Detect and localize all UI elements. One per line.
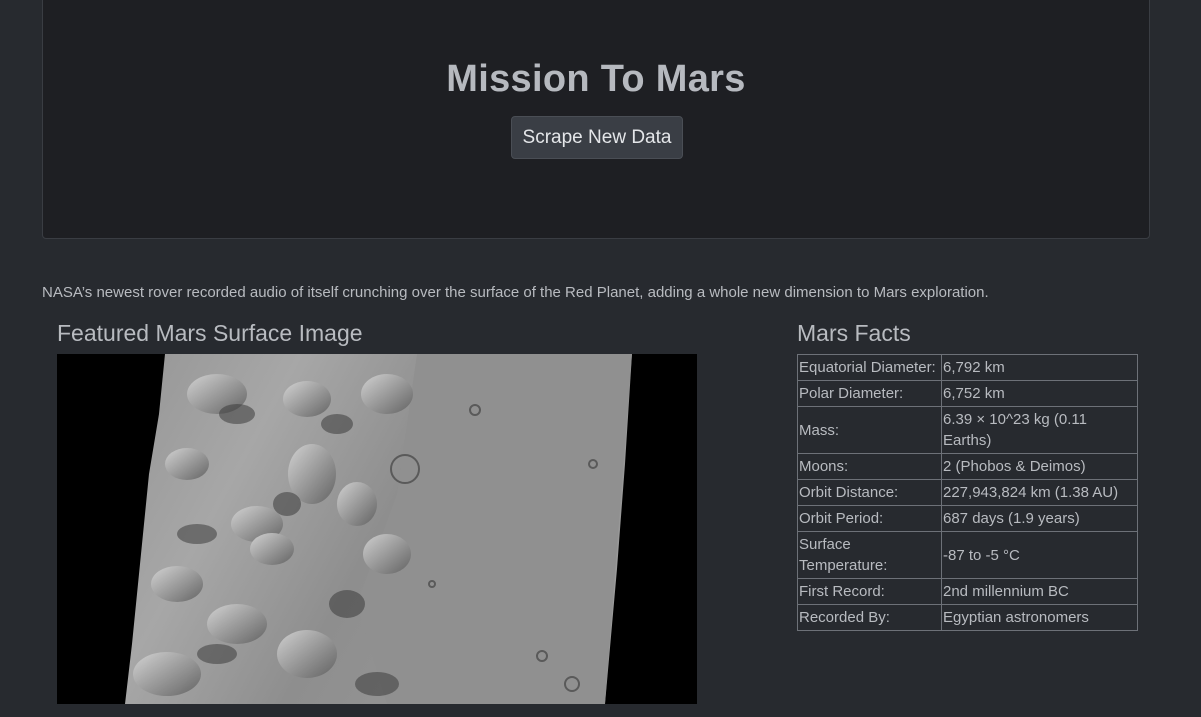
fact-label: Polar Diameter:	[797, 380, 942, 407]
table-row: Polar Diameter: 6,752 km	[797, 380, 1138, 407]
fact-value: 6,792 km	[941, 354, 1138, 381]
table-row: Surface Temperature: -87 to -5 °C	[797, 531, 1138, 579]
fact-value: 2nd millennium BC	[941, 578, 1138, 605]
fact-value: 6.39 × 10^23 kg (0.11 Earths)	[941, 406, 1138, 454]
page-title: Mission To Mars	[446, 58, 746, 100]
featured-image-heading: Featured Mars Surface Image	[57, 320, 363, 346]
fact-value: 227,943,824 km (1.38 AU)	[941, 479, 1138, 506]
table-row: Equatorial Diameter: 6,792 km	[797, 354, 1138, 381]
news-paragraph: NASA’s newest rover recorded audio of it…	[42, 284, 989, 301]
mars-facts-table: Equatorial Diameter: 6,792 km Polar Diam…	[797, 354, 1138, 631]
table-row: Orbit Distance: 227,943,824 km (1.38 AU)	[797, 479, 1138, 506]
fact-label: Mass:	[797, 406, 942, 454]
fact-label: Moons:	[797, 453, 942, 480]
table-row: First Record: 2nd millennium BC	[797, 578, 1138, 605]
fact-label: Orbit Distance:	[797, 479, 942, 506]
jumbotron-header: Mission To Mars Scrape New Data	[42, 0, 1150, 239]
table-row: Mass: 6.39 × 10^23 kg (0.11 Earths)	[797, 406, 1138, 454]
table-row: Orbit Period: 687 days (1.9 years)	[797, 505, 1138, 532]
table-row: Moons: 2 (Phobos & Deimos)	[797, 453, 1138, 480]
fact-value: 2 (Phobos & Deimos)	[941, 453, 1138, 480]
mars-surface-photo	[57, 354, 697, 704]
fact-value: 687 days (1.9 years)	[941, 505, 1138, 532]
table-row: Recorded By: Egyptian astronomers	[797, 604, 1138, 631]
fact-label: Recorded By:	[797, 604, 942, 631]
fact-label: Equatorial Diameter:	[797, 354, 942, 381]
fact-label: Orbit Period:	[797, 505, 942, 532]
fact-value: Egyptian astronomers	[941, 604, 1138, 631]
mars-facts-heading: Mars Facts	[797, 320, 911, 346]
fact-value: -87 to -5 °C	[941, 531, 1138, 579]
fact-label: First Record:	[797, 578, 942, 605]
fact-label: Surface Temperature:	[797, 531, 942, 579]
fact-value: 6,752 km	[941, 380, 1138, 407]
featured-mars-image	[57, 354, 697, 704]
scrape-new-data-button[interactable]: Scrape New Data	[511, 116, 683, 159]
